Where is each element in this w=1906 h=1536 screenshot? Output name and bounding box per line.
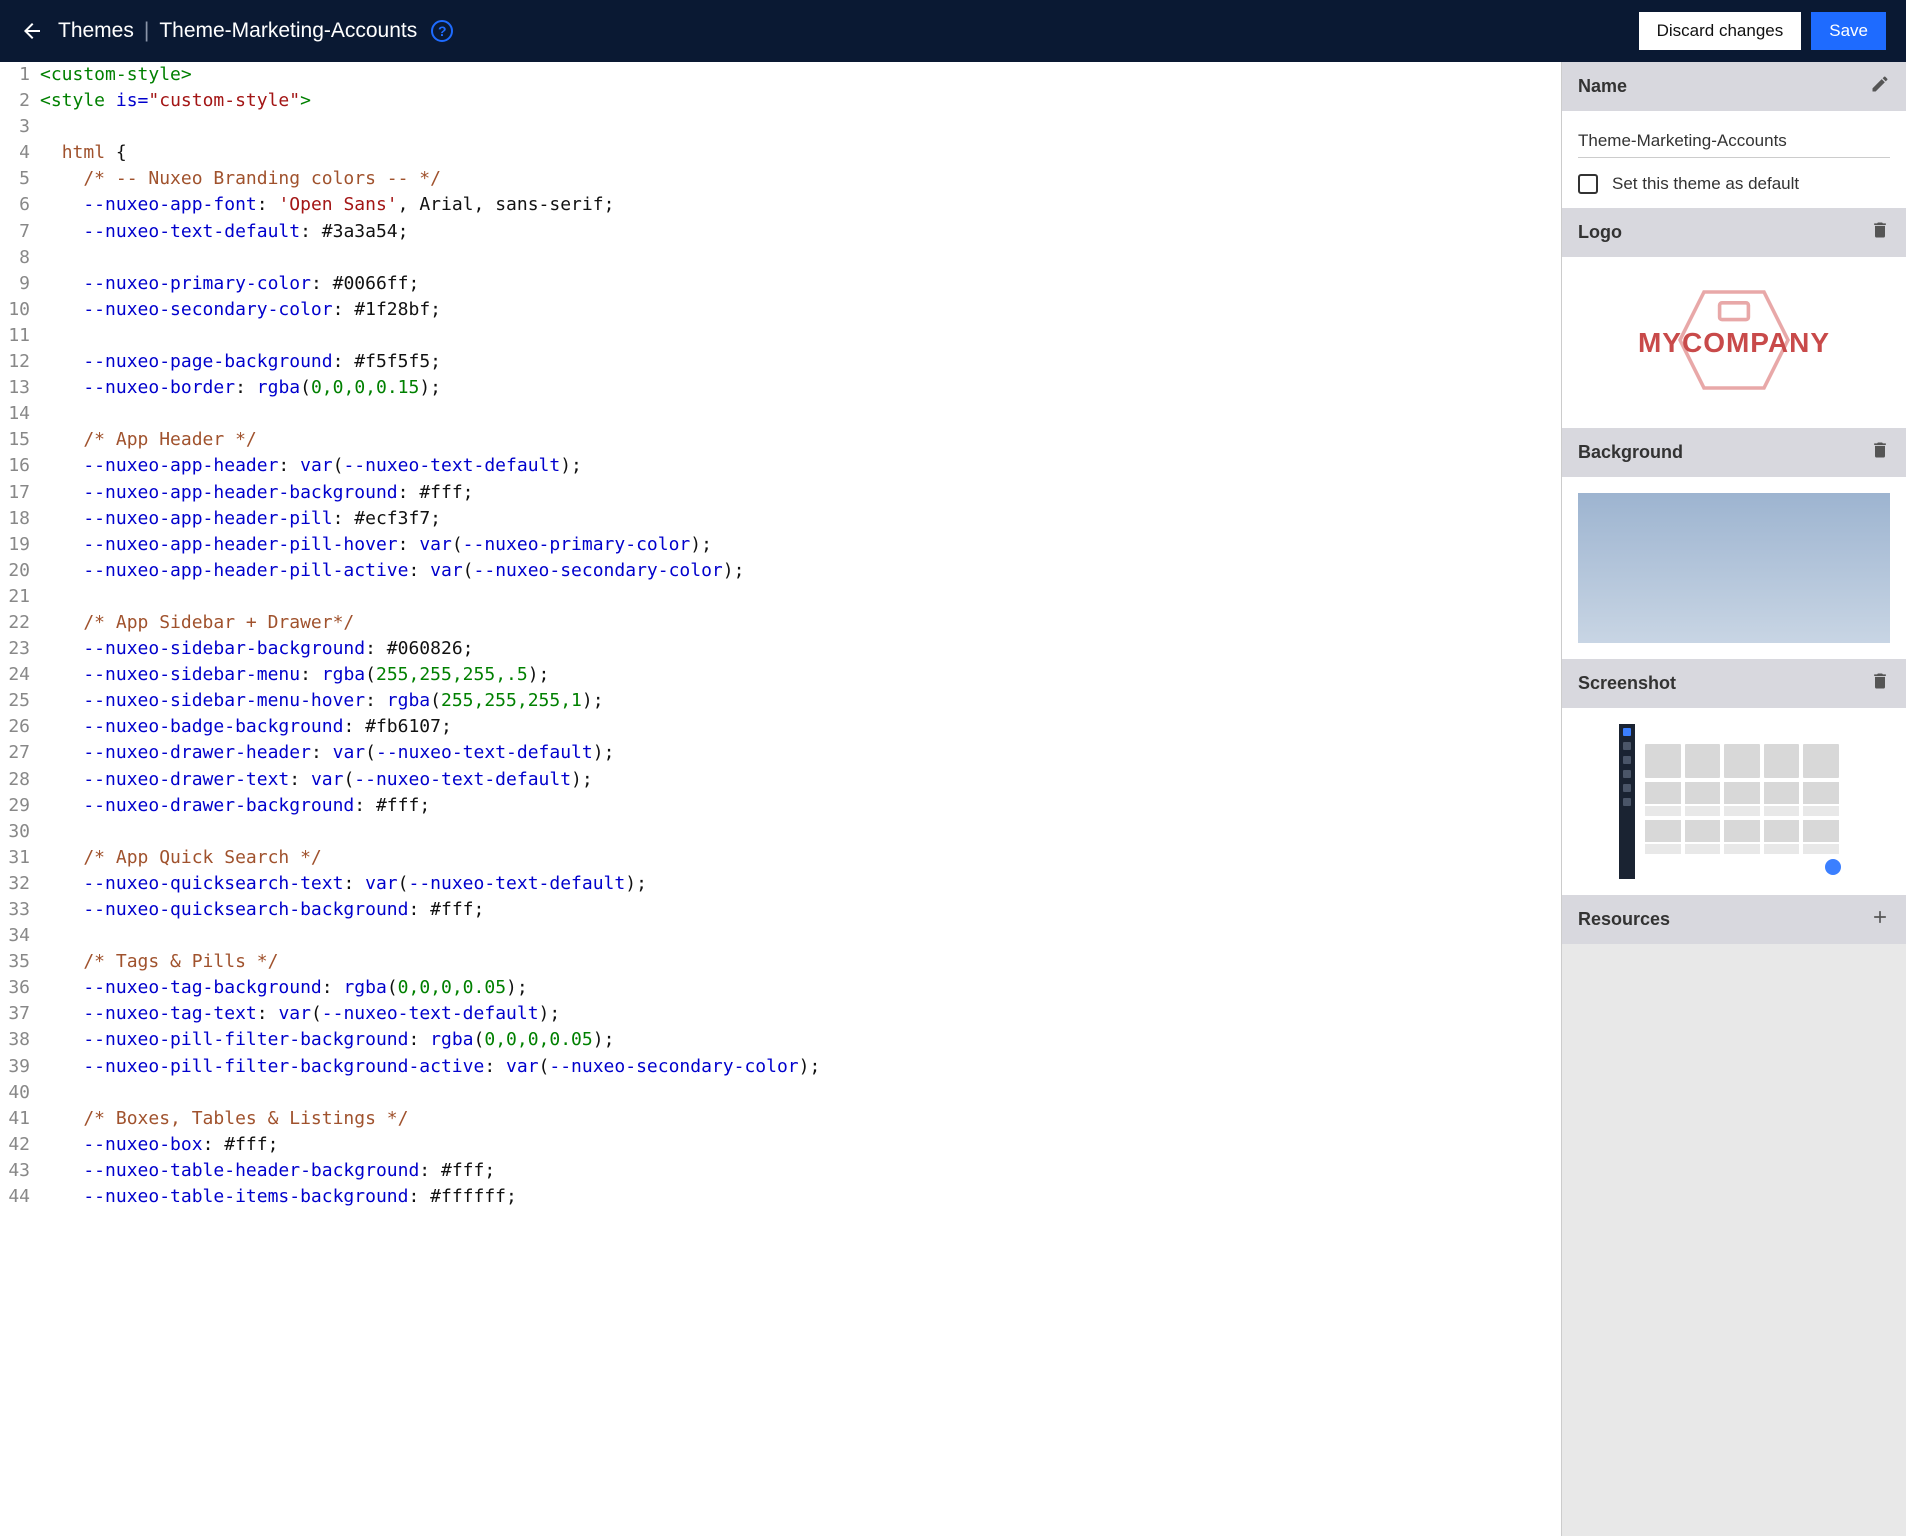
breadcrumb: Themes | Theme-Marketing-Accounts ? [58, 19, 453, 43]
theme-name-input[interactable] [1578, 125, 1890, 158]
topbar-left: Themes | Theme-Marketing-Accounts ? [20, 19, 453, 43]
logo-preview[interactable]: MYCOMPANY [1562, 257, 1906, 428]
logo-header-label: Logo [1578, 222, 1622, 243]
back-arrow-icon[interactable] [20, 19, 44, 43]
screenshot-preview[interactable] [1562, 708, 1906, 895]
breadcrumb-separator: | [144, 19, 149, 43]
logo-section-header: Logo [1562, 208, 1906, 257]
resources-section-header: Resources [1562, 895, 1906, 944]
name-header-label: Name [1578, 76, 1627, 97]
topbar-actions: Discard changes Save [1639, 12, 1886, 50]
delete-background-icon[interactable] [1870, 440, 1890, 465]
screenshot-section-header: Screenshot [1562, 659, 1906, 708]
main-layout: 1<custom-style>2<style is="custom-style"… [0, 62, 1906, 1536]
add-resource-icon[interactable] [1870, 907, 1890, 932]
breadcrumb-root[interactable]: Themes [58, 19, 134, 43]
properties-sidebar: Name Set this theme as default Logo [1561, 62, 1906, 1536]
background-header-label: Background [1578, 442, 1683, 463]
code-editor[interactable]: 1<custom-style>2<style is="custom-style"… [0, 62, 1561, 1536]
discard-button[interactable]: Discard changes [1639, 12, 1802, 50]
resources-header-label: Resources [1578, 909, 1670, 930]
delete-logo-icon[interactable] [1870, 220, 1890, 245]
delete-screenshot-icon[interactable] [1870, 671, 1890, 696]
help-icon[interactable]: ? [431, 20, 453, 42]
breadcrumb-current: Theme-Marketing-Accounts [159, 19, 417, 43]
edit-icon[interactable] [1870, 74, 1890, 99]
background-gradient [1578, 493, 1890, 643]
background-section-header: Background [1562, 428, 1906, 477]
name-section-header: Name [1562, 62, 1906, 111]
default-checkbox[interactable] [1578, 174, 1598, 194]
background-preview[interactable] [1562, 477, 1906, 659]
topbar: Themes | Theme-Marketing-Accounts ? Disc… [0, 0, 1906, 62]
save-button[interactable]: Save [1811, 12, 1886, 50]
default-checkbox-label: Set this theme as default [1612, 174, 1799, 194]
name-section-body: Set this theme as default [1562, 111, 1906, 208]
logo-text: MYCOMPANY [1638, 327, 1830, 359]
screenshot-header-label: Screenshot [1578, 673, 1676, 694]
